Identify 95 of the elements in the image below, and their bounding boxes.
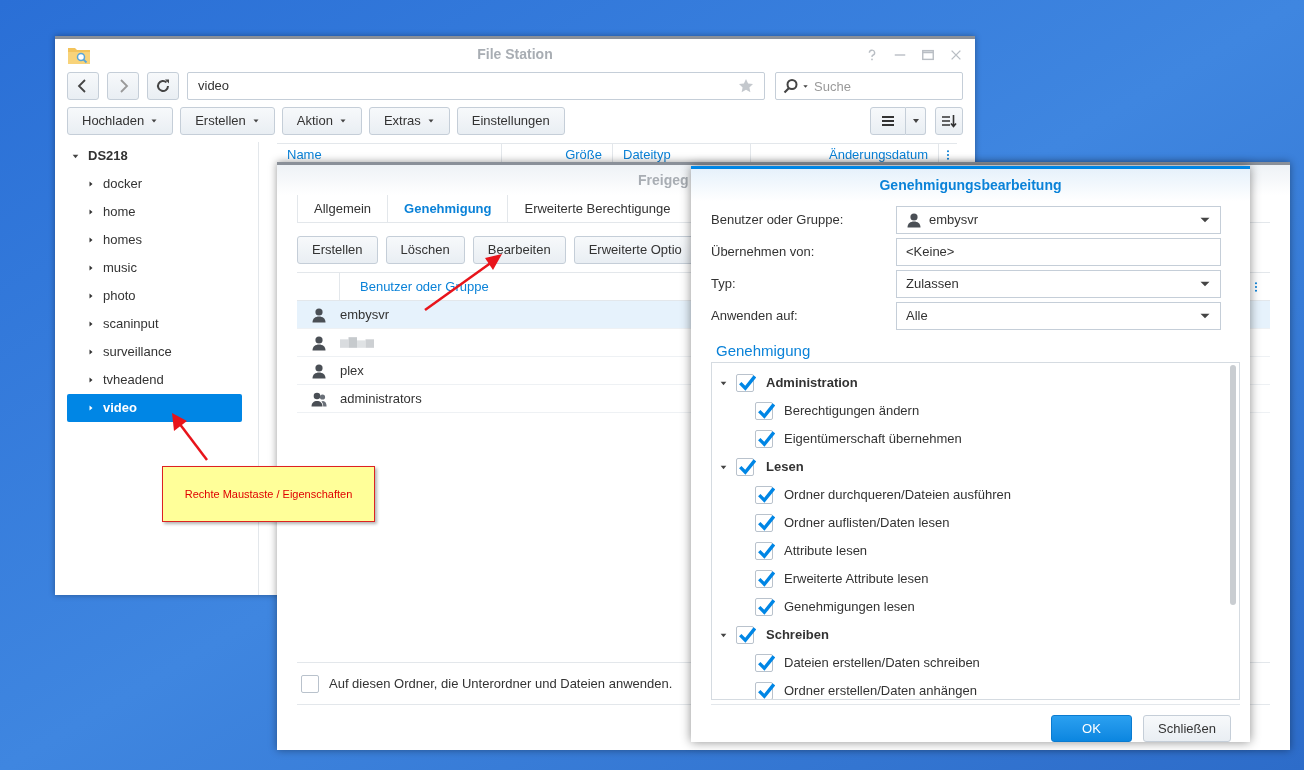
caret-icon[interactable] — [87, 320, 95, 328]
sort-button[interactable] — [935, 107, 963, 135]
star-icon[interactable] — [738, 78, 754, 94]
section-title: Genehmigung — [716, 342, 811, 359]
input-field[interactable]: <Keine> — [896, 238, 1221, 266]
checkbox[interactable] — [755, 682, 773, 699]
field-label: Anwenden auf: — [711, 307, 799, 326]
column-header[interactable]: Größe — [565, 145, 602, 165]
checkbox-label: Administration — [766, 374, 858, 393]
tree-item[interactable]: music — [67, 254, 242, 282]
tab[interactable]: Genehmigung — [387, 194, 508, 223]
column-header[interactable]: Dateityp — [623, 145, 671, 165]
table-cell-text: administrators — [340, 389, 422, 408]
checkbox[interactable] — [755, 570, 773, 588]
checkbox[interactable] — [301, 674, 319, 693]
tree-item[interactable]: docker — [67, 170, 242, 198]
checkbox[interactable] — [755, 654, 773, 672]
button[interactable]: Einstellungen — [456, 107, 565, 135]
checkbox[interactable] — [755, 486, 773, 504]
checkbox-label: Schreiben — [766, 626, 829, 645]
checkbox[interactable] — [755, 514, 773, 532]
checkbox-label: Ordner auflisten/Daten lesen — [784, 514, 950, 533]
tree-item[interactable]: scaninput — [67, 310, 242, 338]
field-label: Übernehmen von: — [711, 243, 816, 262]
tree-item[interactable]: video — [67, 394, 242, 422]
tree-item[interactable]: photo — [67, 282, 242, 310]
dialog-title: Freigeg — [638, 170, 689, 190]
search-field[interactable]: Suche — [775, 72, 963, 100]
note-text: Rechte Maustaste / Eigenschaften — [184, 486, 353, 502]
tab[interactable]: Allgemein — [297, 194, 388, 223]
checkbox[interactable] — [755, 402, 773, 420]
caret-icon[interactable] — [87, 292, 95, 300]
search-icon[interactable] — [783, 78, 799, 94]
checkbox-label: Ordner durchqueren/Dateien ausführen — [784, 486, 1011, 505]
checkbox[interactable] — [755, 598, 773, 616]
dialog-title: Genehmigungsbearbeitung — [879, 175, 1062, 195]
checkbox[interactable] — [736, 374, 754, 392]
tree-item[interactable]: home — [67, 198, 242, 226]
tree-item[interactable]: DS218 — [88, 146, 128, 166]
button[interactable]: Schließen — [1143, 715, 1231, 742]
checkbox-label: Eigentümerschaft übernehmen — [784, 430, 962, 449]
group-icon — [310, 390, 327, 407]
button[interactable]: Hochladen — [67, 107, 174, 135]
window-title: File Station — [477, 46, 553, 62]
caret-icon[interactable] — [87, 180, 95, 188]
caret-icon[interactable] — [87, 376, 95, 384]
field-label: Typ: — [711, 275, 737, 294]
forward-button[interactable] — [107, 72, 139, 100]
back-button[interactable] — [67, 72, 99, 100]
button[interactable]: Erstellen — [297, 236, 378, 264]
column-header[interactable]: Änderungsdatum — [829, 145, 928, 165]
checkbox-label: Berechtigungen ändern — [784, 402, 920, 421]
table-cell-text: embysvr — [340, 305, 390, 324]
tab[interactable]: Erweiterte Berechtigunge — [507, 194, 687, 223]
caret-icon[interactable] — [802, 83, 809, 90]
button[interactable]: Aktion — [281, 107, 362, 135]
checkbox[interactable] — [736, 458, 754, 476]
column-header[interactable]: Name — [287, 145, 322, 165]
checkbox[interactable] — [755, 542, 773, 560]
list-icon — [880, 113, 896, 129]
tree-item[interactable]: tvheadend — [67, 366, 242, 394]
sort-icon — [941, 113, 957, 129]
checkbox[interactable] — [736, 626, 754, 644]
checkbox-label: Genehmigungen lesen — [784, 598, 915, 617]
button[interactable]: Erstellen — [180, 107, 275, 135]
path-field[interactable]: video — [187, 72, 765, 100]
user-icon — [310, 334, 327, 351]
table-cell-text: plex — [340, 361, 364, 380]
field-label: Benutzer oder Gruppe: — [711, 211, 845, 230]
dropdown[interactable]: embysvr — [896, 206, 1221, 234]
list-view-button[interactable] — [870, 107, 906, 135]
checkbox-label: Auf diesen Ordner, die Unterordner und Dateien anwenden. — [329, 674, 673, 693]
tree-item[interactable]: surveillance — [67, 338, 242, 366]
refresh-button[interactable] — [147, 72, 179, 100]
caret-icon[interactable] — [87, 236, 95, 244]
checkbox-label: Lesen — [766, 458, 804, 477]
checkbox-label: Ordner erstellen/Daten anhängen — [784, 682, 977, 699]
caret-icon[interactable] — [87, 208, 95, 216]
tree-item[interactable]: homes — [67, 226, 242, 254]
dropdown[interactable]: Zulassen — [896, 270, 1221, 298]
checkbox-label: Dateien erstellen/Daten schreiben — [784, 654, 980, 673]
button[interactable]: Löschen — [385, 236, 465, 264]
scrollbar[interactable] — [1230, 365, 1236, 605]
arrow — [172, 413, 208, 461]
checkbox-label: Erweiterte Attribute lesen — [784, 570, 929, 589]
button[interactable]: Extras — [368, 107, 450, 135]
caret-icon[interactable] — [87, 348, 95, 356]
button[interactable]: Bearbeiten — [472, 236, 566, 264]
user-icon — [310, 362, 327, 379]
user-icon — [310, 306, 327, 323]
refresh-icon — [155, 78, 171, 94]
checkbox-label: Attribute lesen — [784, 542, 868, 561]
caret-icon[interactable] — [87, 264, 95, 272]
checkbox[interactable] — [755, 430, 773, 448]
dropdown[interactable]: Alle — [896, 302, 1221, 330]
